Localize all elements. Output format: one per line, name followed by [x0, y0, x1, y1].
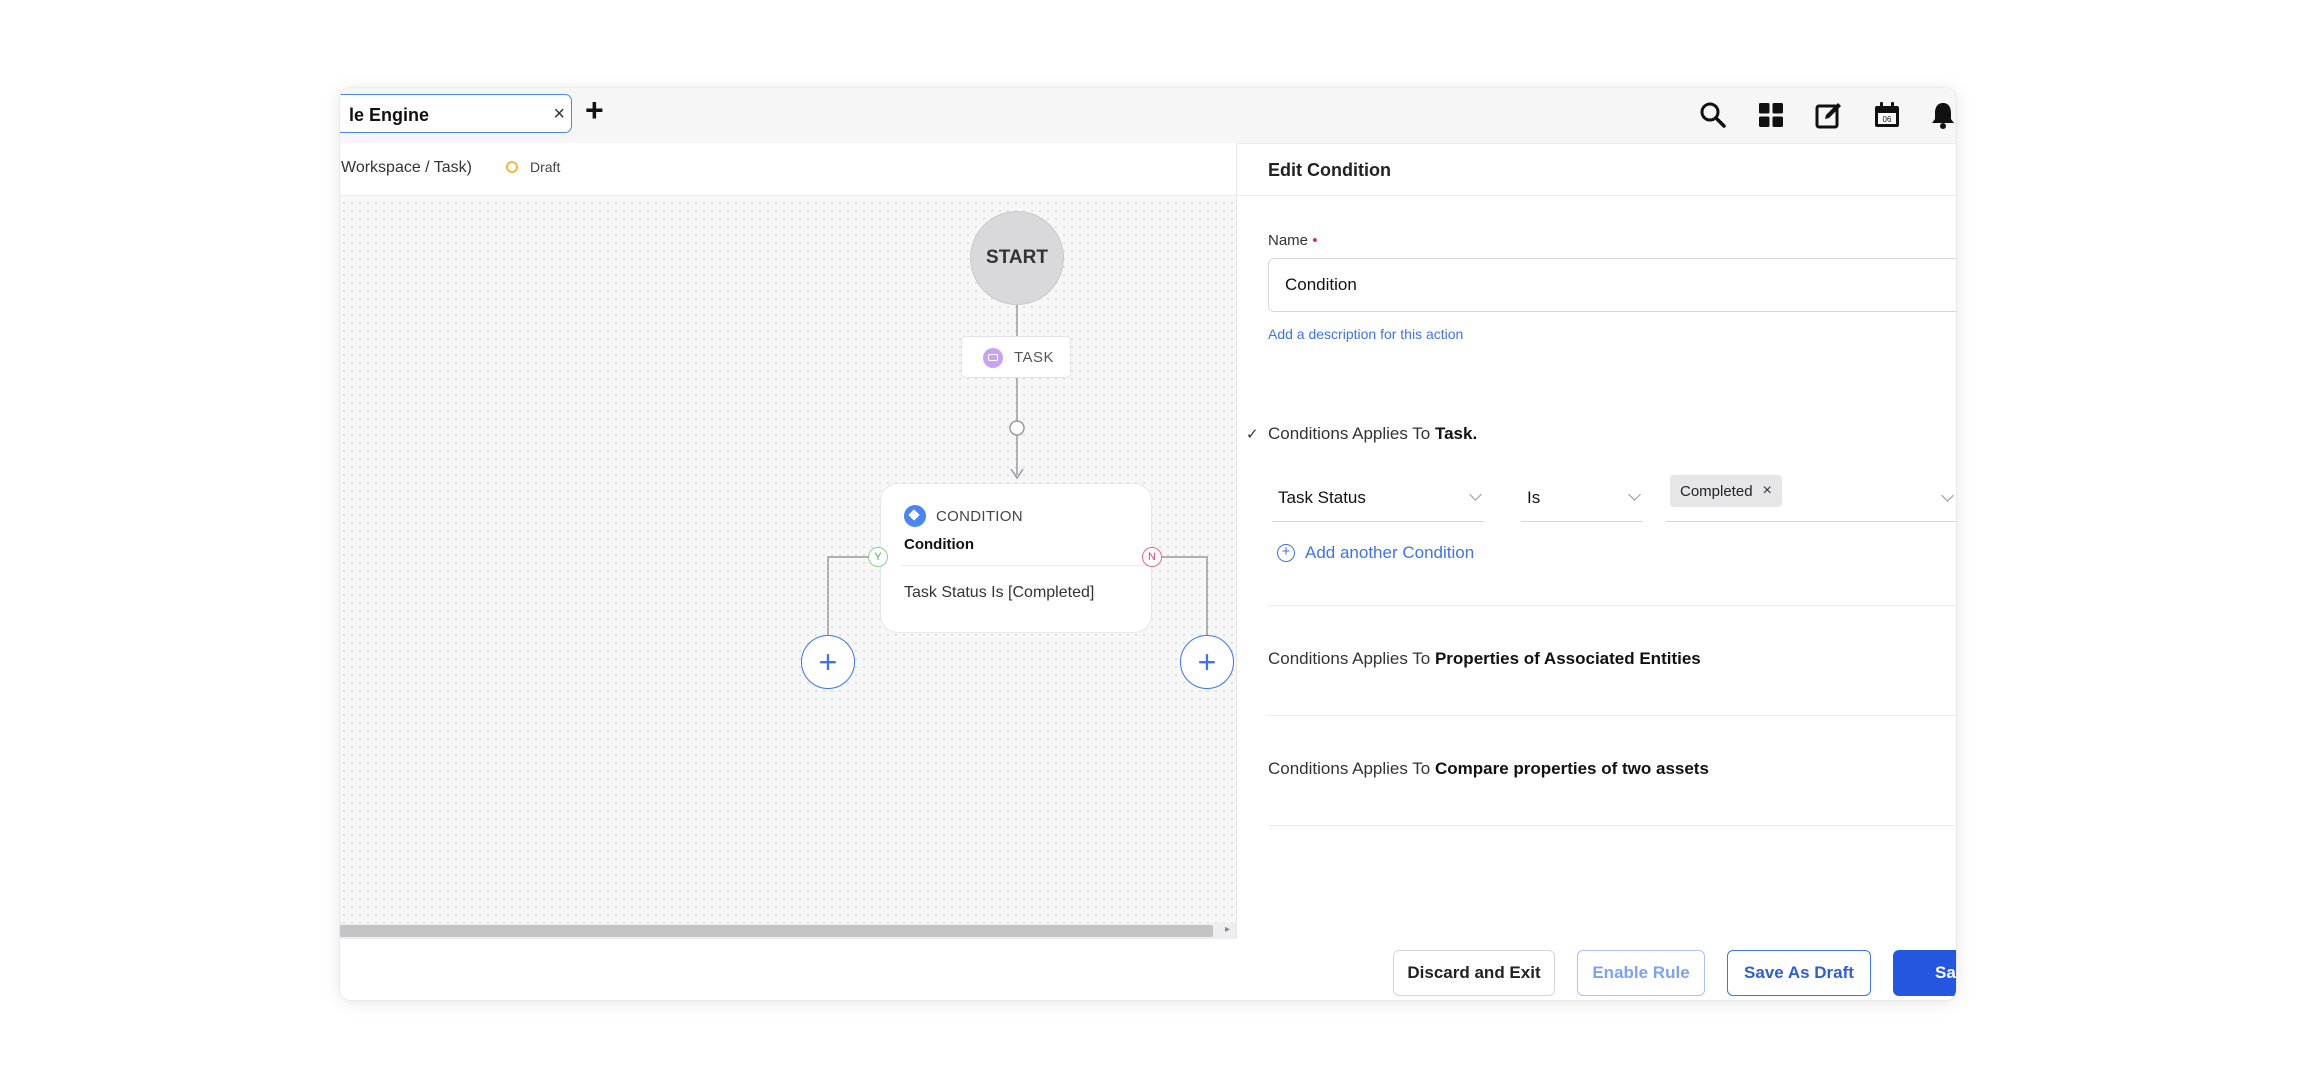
connector-node-icon[interactable] — [1009, 420, 1025, 436]
operator-select-value: Is — [1527, 488, 1541, 507]
name-field[interactable]: Condition — [1268, 258, 1956, 312]
condition-name: Condition — [904, 536, 974, 553]
draft-status-icon — [506, 161, 518, 173]
tab-rule-engine[interactable]: le Engine × — [340, 94, 572, 133]
section-compare-prefix: Conditions Applies To — [1268, 759, 1435, 778]
section-task-prefix: Conditions Applies To — [1268, 424, 1435, 443]
section-associated-prefix: Conditions Applies To — [1268, 649, 1435, 668]
section-associated-target: Properties of Associated Entities — [1434, 649, 1701, 668]
task-label: TASK — [1014, 349, 1055, 366]
section-divider — [1268, 605, 1956, 606]
field-select-value: Task Status — [1278, 488, 1366, 507]
section-divider — [1268, 825, 1956, 826]
search-icon[interactable] — [1698, 100, 1728, 130]
app-window: le Engine × + 06 Workspace / Task) Draft… — [340, 88, 1956, 1000]
tab-label: le Engine — [349, 105, 430, 125]
tab-close-icon[interactable]: × — [553, 103, 565, 126]
start-node[interactable]: START — [970, 211, 1064, 305]
operator-select[interactable]: Is — [1521, 482, 1643, 522]
section-task-heading[interactable]: Conditions Applies To Task. — [1268, 424, 1477, 444]
condition-node[interactable]: CONDITION Condition Task Status Is [Comp… — [880, 483, 1152, 633]
calendar-icon[interactable]: 06 — [1872, 100, 1902, 130]
section-divider — [1268, 715, 1956, 716]
add-tab-icon[interactable]: + — [585, 94, 604, 126]
section-compare-assets[interactable]: Conditions Applies To Compare properties… — [1268, 759, 1709, 779]
section-compare-target: Compare properties of two assets — [1434, 759, 1709, 778]
section-task-target: Task. — [1434, 424, 1478, 443]
add-description-link[interactable]: Add a description for this action — [1268, 326, 1463, 342]
discard-and-exit-button[interactable]: Discard and Exit — [1393, 950, 1555, 996]
canvas-scrollbar[interactable]: ▸ — [340, 923, 1236, 939]
footer-bar — [340, 939, 1956, 1000]
panel-divider — [1236, 143, 1237, 939]
field-select[interactable]: Task Status — [1272, 482, 1484, 522]
calendar-day: 06 — [1883, 115, 1892, 124]
add-circle-icon[interactable]: + — [1277, 544, 1295, 562]
value-chip-label: Completed — [1680, 482, 1753, 500]
chip-remove-icon[interactable]: × — [1763, 482, 1772, 500]
name-field-value: Condition — [1285, 275, 1357, 294]
required-mark: • — [1312, 232, 1318, 249]
status-badge: Draft — [530, 159, 561, 175]
chevron-down-icon — [1628, 488, 1641, 501]
condition-expression: Task Status Is [Completed] — [904, 584, 1095, 601]
breadcrumb-path: Workspace / Task) — [341, 159, 473, 176]
value-select[interactable]: Completed × — [1666, 475, 1956, 522]
name-label: Name • — [1268, 232, 1317, 249]
task-node[interactable]: TASK — [961, 336, 1071, 378]
panel-header-divider — [1237, 195, 1956, 196]
section-associated-entities[interactable]: Conditions Applies To Properties of Asso… — [1268, 649, 1701, 669]
top-bar: le Engine × + 06 — [340, 88, 1956, 144]
grid-icon[interactable] — [1756, 100, 1786, 130]
condition-icon — [904, 505, 926, 527]
task-icon — [983, 348, 1003, 368]
name-label-text: Name — [1268, 232, 1309, 249]
condition-divider — [901, 565, 1151, 566]
bell-icon[interactable] — [1930, 100, 1956, 130]
enable-rule-button[interactable]: Enable Rule — [1577, 950, 1705, 996]
save-button[interactable]: Sa — [1893, 950, 1956, 996]
add-no-step-button[interactable]: + — [1180, 635, 1234, 689]
check-icon: ✓ — [1246, 426, 1259, 443]
yes-branch-badge: Y — [868, 547, 888, 567]
scroll-right-icon[interactable]: ▸ — [1225, 924, 1230, 935]
add-yes-step-button[interactable]: + — [801, 635, 855, 689]
save-as-draft-button[interactable]: Save As Draft — [1727, 950, 1871, 996]
breadcrumb: Workspace / Task) Draft — [340, 143, 1236, 196]
condition-type-label: CONDITION — [936, 508, 1023, 525]
scrollbar-thumb[interactable] — [340, 925, 1213, 937]
panel-title: Edit Condition — [1268, 160, 1391, 180]
add-condition-link[interactable]: Add another Condition — [1305, 543, 1474, 563]
no-branch-badge: N — [1142, 547, 1162, 567]
chevron-down-icon — [1469, 488, 1482, 501]
value-chip: Completed × — [1670, 475, 1782, 507]
chevron-down-icon — [1941, 489, 1954, 502]
edit-icon[interactable] — [1814, 100, 1844, 130]
